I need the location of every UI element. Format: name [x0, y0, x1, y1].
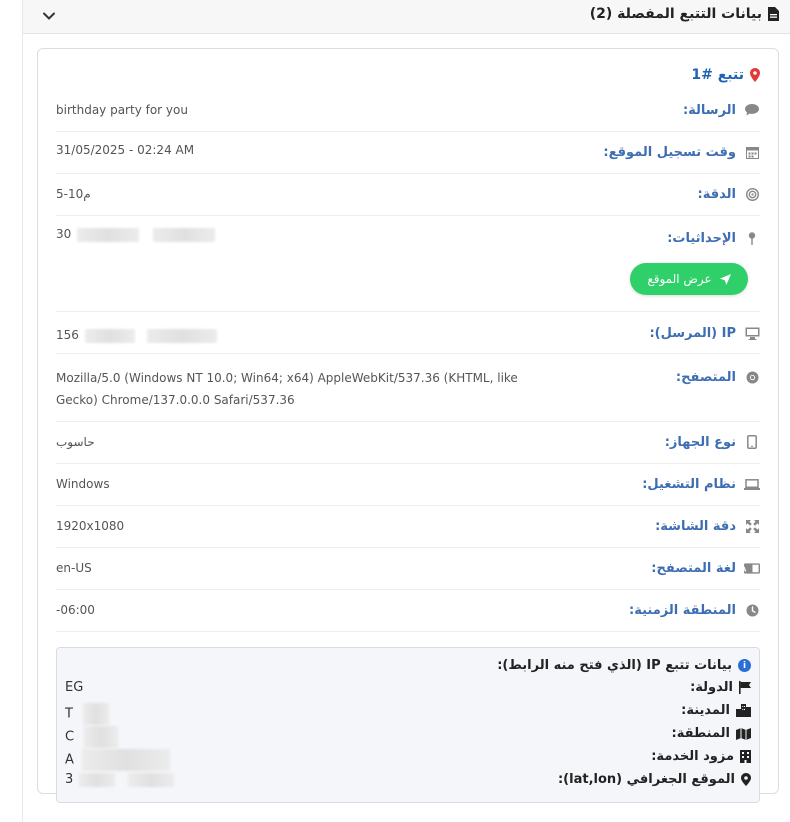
chevron-down-icon[interactable]: [41, 8, 57, 24]
panel-title-text: بيانات التتبع المفصلة (2): [589, 6, 762, 22]
pin-icon: [744, 230, 760, 246]
building-icon: [740, 750, 751, 763]
ip-row-country: الدولة:: [690, 680, 751, 695]
redacted-block: [152, 227, 215, 242]
row-value: 156: [56, 328, 79, 342]
ip-label: الدولة:: [690, 680, 733, 695]
browser-line-1: Mozilla/5.0 (Windows NT 10.0; Win64; x64…: [56, 371, 518, 385]
row-browser: المتصفح: Mozilla/5.0 (Windows NT 10.0; W…: [56, 353, 760, 422]
ip-box-title: i بيانات تتبع IP (الذي فتح منه الرابط):: [497, 658, 751, 673]
location-arrow-icon: [719, 273, 731, 285]
row-value: حاسوب: [56, 435, 95, 449]
redacted-block: [146, 328, 217, 343]
expand-icon: [744, 518, 760, 534]
panel-header[interactable]: بيانات التتبع المفصلة (2): [23, 0, 790, 34]
map-icon: [736, 727, 751, 740]
map-marker-icon: [741, 773, 751, 786]
row-value: Mozilla/5.0 (Windows NT 10.0; Win64; x64…: [56, 367, 518, 411]
row-label: وقت تسجيل الموقع:: [603, 144, 736, 160]
row-value: 31/05/2025 - 02:24 AM: [56, 143, 195, 157]
ip-label: المنطقة:: [671, 726, 730, 741]
row-time: وقت تسجيل الموقع: 31/05/2025 - 02:24 AM: [56, 131, 760, 174]
redacted-block: [84, 726, 119, 748]
mobile-icon: [744, 434, 760, 450]
row-value: en-US: [56, 561, 92, 575]
chrome-icon: [744, 369, 760, 385]
redacted-block: [127, 772, 174, 787]
ip-row-isp: مزود الخدمة:: [651, 749, 751, 764]
row-message: الرسالة: birthday party for you: [56, 91, 760, 132]
ip-row-city: المدينة:: [681, 703, 751, 718]
row-label: نوع الجهاز:: [664, 434, 736, 450]
row-label: دقة الشاشة:: [655, 518, 736, 534]
row-label: نظام التشغيل:: [642, 476, 736, 492]
row-accuracy: الدقة: 5-10م: [56, 173, 760, 216]
flag-icon: [739, 681, 751, 694]
row-value: 1920x1080: [56, 519, 125, 533]
laptop-icon: [744, 476, 760, 492]
row-label: الإحداثيات:: [667, 230, 736, 246]
show-location-label: عرض الموقع: [647, 272, 712, 286]
ip-row-geolocation: الموقع الجغرافي (lat,lon):: [558, 772, 751, 787]
language-icon: A: [744, 560, 760, 576]
ip-label: مزود الخدمة:: [651, 749, 734, 764]
row-value: 30: [56, 227, 72, 241]
redacted-block: [83, 703, 110, 725]
row-os: نظام التشغيل: Windows: [56, 463, 760, 506]
row-coordinates: الإحداثيات: 30: [56, 215, 760, 255]
redacted-block: [77, 227, 140, 242]
ip-value-city: T: [65, 706, 73, 722]
ip-tracking-box: i بيانات تتبع IP (الذي فتح منه الرابط): …: [56, 647, 760, 803]
row-browser-language: A لغة المتصفح: en-US: [56, 547, 760, 590]
row-ip: IP (المرسل): 156: [56, 311, 760, 354]
row-screen-resolution: دقة الشاشة: 1920x1080: [56, 505, 760, 548]
row-label: لغة المتصفح:: [651, 560, 736, 576]
ip-value-country: EG: [65, 680, 84, 695]
row-value: -06:00: [56, 603, 95, 617]
row-value: 5-10م: [56, 187, 91, 201]
redacted-block: [84, 328, 135, 343]
row-label: الرسالة:: [682, 102, 736, 118]
ip-row-region: المنطقة:: [672, 726, 751, 741]
row-label: الدقة:: [697, 186, 736, 202]
ip-value-isp: A: [65, 752, 74, 768]
ip-value-region: C: [65, 729, 75, 745]
file-icon: [768, 7, 779, 21]
ip-box-title-text: بيانات تتبع IP (الذي فتح منه الرابط):: [497, 658, 732, 673]
panel-title: بيانات التتبع المفصلة (2): [590, 6, 779, 22]
track-title-text: تتبع #1: [691, 67, 744, 83]
target-icon: [744, 186, 760, 202]
ip-label: الموقع الجغرافي (lat,lon):: [557, 772, 735, 787]
track-title: تتبع #1: [691, 67, 760, 83]
row-label: المنطقة الزمنية:: [629, 602, 736, 618]
row-value: Windows: [56, 477, 110, 491]
location-marker-icon: [750, 68, 760, 82]
city-icon: [736, 704, 751, 717]
row-value: birthday party for you: [56, 103, 188, 117]
redacted-block: [82, 749, 171, 771]
tracking-panel: بيانات التتبع المفصلة (2) تتبع #1 الرسال…: [22, 0, 790, 822]
info-icon: i: [738, 659, 751, 672]
ip-label: المدينة:: [681, 703, 730, 718]
tracking-card: تتبع #1 الرسالة: birthday party for you …: [37, 48, 779, 803]
row-label: المتصفح:: [675, 369, 736, 385]
ip-value-geolocation: 3: [65, 772, 74, 787]
desktop-icon: [744, 325, 760, 341]
clock-icon: [744, 602, 760, 618]
redacted-block: [79, 772, 116, 787]
row-label: IP (المرسل):: [649, 325, 736, 341]
button-row: عرض الموقع: [56, 255, 760, 312]
browser-line-2: Gecko) Chrome/137.0.0.0 Safari/537.36: [56, 393, 295, 407]
show-location-button[interactable]: عرض الموقع: [630, 263, 748, 295]
row-timezone: المنطقة الزمنية: -06:00: [56, 589, 760, 632]
calendar-icon: [744, 144, 760, 160]
comment-icon: [744, 102, 760, 118]
row-device-type: نوع الجهاز: حاسوب: [56, 421, 760, 464]
